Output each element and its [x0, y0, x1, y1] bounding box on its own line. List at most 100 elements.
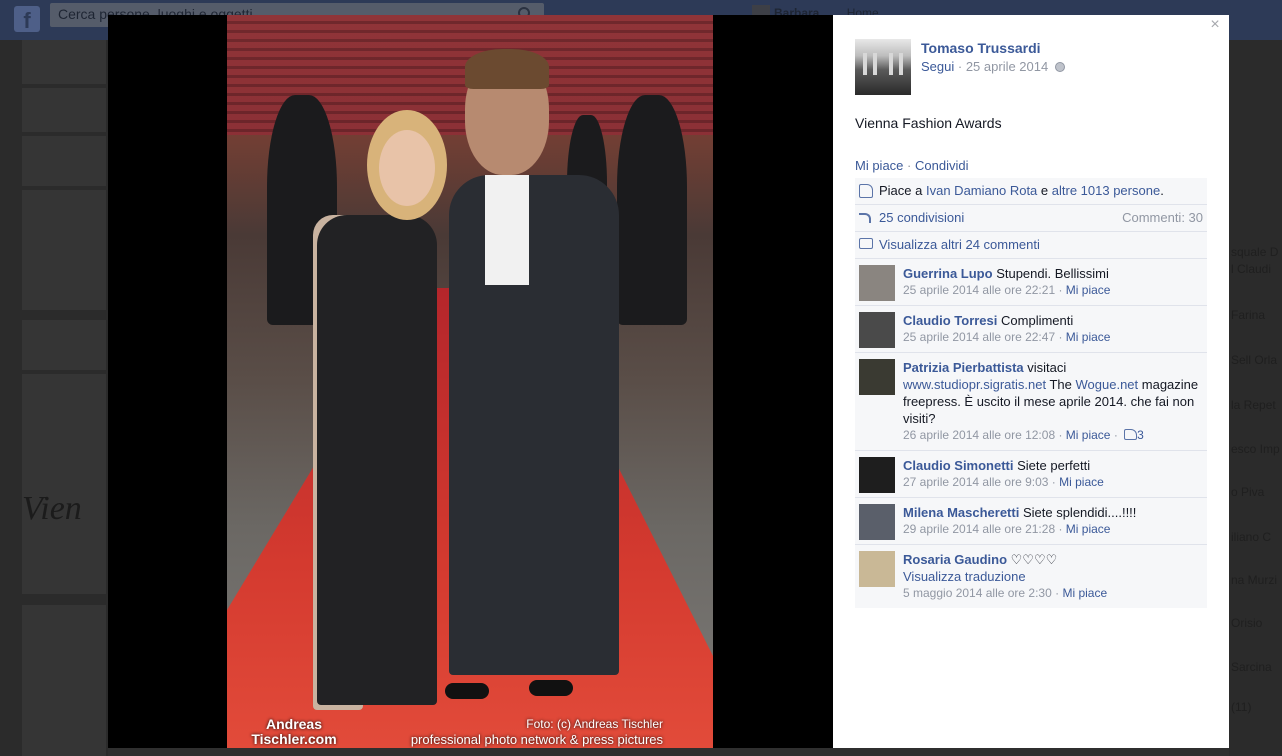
comment-time[interactable]: 27 aprile 2014 alle ore 9:03 [903, 475, 1048, 489]
shares-link[interactable]: 25 condivisioni [879, 210, 964, 225]
commenter-name[interactable]: Guerrina Lupo [903, 266, 993, 281]
main-photo[interactable]: Andreas Tischler.com Foto: (c) Andreas T… [227, 15, 713, 748]
background-contact-name: Farina [1231, 308, 1266, 322]
translate-link[interactable]: Visualizza traduzione [903, 569, 1026, 584]
comment-text: The [1049, 377, 1072, 392]
comment-link[interactable]: Wogue.net [1076, 377, 1139, 392]
shares-row: 25 condivisioni Commenti: 30 [855, 204, 1207, 231]
post-actions: Mi piace · Condividi [855, 158, 969, 173]
background-contact-name: Sell Orla [1231, 353, 1278, 367]
comment-item: Patrizia Pierbattista visitaci www.studi… [855, 352, 1207, 450]
background-tile [22, 374, 106, 594]
avatar-detail [863, 53, 867, 75]
share-arrow-icon [859, 213, 871, 223]
avatar-detail [889, 53, 893, 75]
background-contact-name: o Piva [1231, 485, 1265, 499]
photo-stage[interactable]: Andreas Tischler.com Foto: (c) Andreas T… [108, 15, 833, 748]
avatar-detail [899, 53, 903, 75]
view-more-comments-link[interactable]: Visualizza altri 24 commenti [879, 237, 1040, 252]
commenter-avatar[interactable] [859, 457, 895, 493]
comment-text: Siete perfetti [1017, 458, 1091, 473]
commenter-name[interactable]: Milena Mascheretti [903, 505, 1019, 520]
background-left-column: Vien [0, 40, 108, 756]
post-meta: Segui · 25 aprile 2014 [921, 59, 1065, 74]
comment-link[interactable]: www.studiopr.sigratis.net [903, 377, 1046, 392]
commenter-avatar[interactable] [859, 359, 895, 395]
background-text: Vien [22, 490, 82, 527]
facebook-logo-icon[interactable]: f [14, 6, 40, 33]
background-tile [22, 40, 106, 84]
photo-man-suit [449, 175, 619, 675]
share-button[interactable]: Condividi [915, 158, 968, 173]
background-tile [22, 190, 106, 310]
author-avatar[interactable] [855, 39, 911, 95]
background-contact-name: squale D [1231, 245, 1279, 259]
likes-conjunction: e [1040, 183, 1049, 198]
watermark-credit: Foto: (c) Andreas Tischler [526, 717, 663, 731]
comment-item: Guerrina Lupo Stupendi. Bellissimi 25 ap… [855, 258, 1207, 305]
other-likers-link[interactable]: altre 1013 persone [1052, 183, 1160, 198]
photo-sidebar: × Tomaso Trussardi Segui · 25 aprile 201… [833, 15, 1229, 748]
likes-prefix: Piace a [879, 183, 923, 198]
view-more-row: Visualizza altri 24 commenti [855, 231, 1207, 258]
background-tile [22, 136, 106, 186]
comment-text: Complimenti [1001, 313, 1074, 328]
background-contact-name: Orisio [1231, 616, 1263, 630]
post-caption: Vienna Fashion Awards [855, 115, 1002, 131]
comment-text: Stupendi. Bellissimi [996, 266, 1109, 281]
feedback-box: Piace a Ivan Damiano Rota e altre 1013 p… [855, 178, 1207, 608]
commenter-avatar[interactable] [859, 265, 895, 301]
comment-time[interactable]: 29 aprile 2014 alle ore 21:28 [903, 522, 1055, 536]
comment-text: Siete splendidi....!!!! [1022, 505, 1137, 520]
photo-woman-dress [317, 215, 437, 705]
comment-like-link[interactable]: Mi piace [1066, 330, 1111, 344]
commenter-name[interactable]: Claudio Torresi [903, 313, 997, 328]
comment-like-link[interactable]: Mi piace [1066, 283, 1111, 297]
commenter-avatar[interactable] [859, 504, 895, 540]
background-contact-name: na Murzi [1231, 573, 1278, 587]
background-tile [22, 605, 106, 756]
comment-time[interactable]: 25 aprile 2014 alle ore 22:47 [903, 330, 1055, 344]
comment-like-link[interactable]: Mi piace [1059, 475, 1104, 489]
background-contact-name: iliano C [1231, 530, 1272, 544]
like-button[interactable]: Mi piace [855, 158, 903, 173]
comment-like-link[interactable]: Mi piace [1066, 428, 1111, 442]
comments-count: Commenti: 30 [1122, 210, 1203, 225]
comment-time[interactable]: 5 maggio 2014 alle ore 2:30 [903, 586, 1052, 600]
background-contact-name: l Claudi [1231, 262, 1272, 276]
comment-bubble-icon [859, 238, 873, 249]
close-icon[interactable]: × [1207, 17, 1223, 33]
globe-icon[interactable] [1054, 62, 1065, 72]
thumbs-up-icon [859, 184, 873, 198]
background-right-column: squale D l Claudi Farina Sell Orla la Repet e… [1229, 40, 1282, 756]
comment-item: Rosaria Gaudino ♡♡♡♡ Visualizza traduzio… [855, 544, 1207, 608]
photo-lightbox: Andreas Tischler.com Foto: (c) Andreas T… [108, 15, 1229, 748]
photo-man-shirt [485, 175, 529, 285]
thumbs-up-icon [1124, 429, 1138, 440]
author-name-link[interactable]: Tomaso Trussardi [921, 40, 1041, 56]
comment-like-link[interactable]: Mi piace [1062, 586, 1107, 600]
commenter-avatar[interactable] [859, 551, 895, 587]
commenter-name[interactable]: Claudio Simonetti [903, 458, 1014, 473]
photo-photographer [617, 95, 687, 325]
commenter-avatar[interactable] [859, 312, 895, 348]
watermark-text: Foto: (c) Andreas Tischler professional … [411, 717, 663, 747]
commenter-name[interactable]: Patrizia Pierbattista [903, 360, 1024, 375]
liker-link[interactable]: Ivan Damiano Rota [926, 183, 1037, 198]
comment-item: Milena Mascheretti Siete splendidi....!!… [855, 497, 1207, 544]
comment-time[interactable]: 25 aprile 2014 alle ore 22:21 [903, 283, 1055, 297]
photo-man-hair [465, 49, 549, 89]
post-date[interactable]: 25 aprile 2014 [966, 59, 1048, 74]
avatar-detail [873, 53, 877, 75]
commenter-name[interactable]: Rosaria Gaudino [903, 552, 1007, 567]
comment-likes-count[interactable]: 3 [1137, 428, 1144, 442]
comment-time[interactable]: 26 aprile 2014 alle ore 12:08 [903, 428, 1055, 442]
background-contact-name: Sarcina [1231, 660, 1272, 674]
background-contact-name: esco Imp [1231, 442, 1280, 456]
comment-text: ♡♡♡♡ [1010, 552, 1058, 567]
comment-like-link[interactable]: Mi piace [1066, 522, 1111, 536]
follow-link[interactable]: Segui [921, 59, 954, 74]
photo-shoe [445, 683, 489, 699]
background-contact-name: (11) [1231, 700, 1252, 714]
background-contact-name: la Repet [1231, 398, 1276, 412]
